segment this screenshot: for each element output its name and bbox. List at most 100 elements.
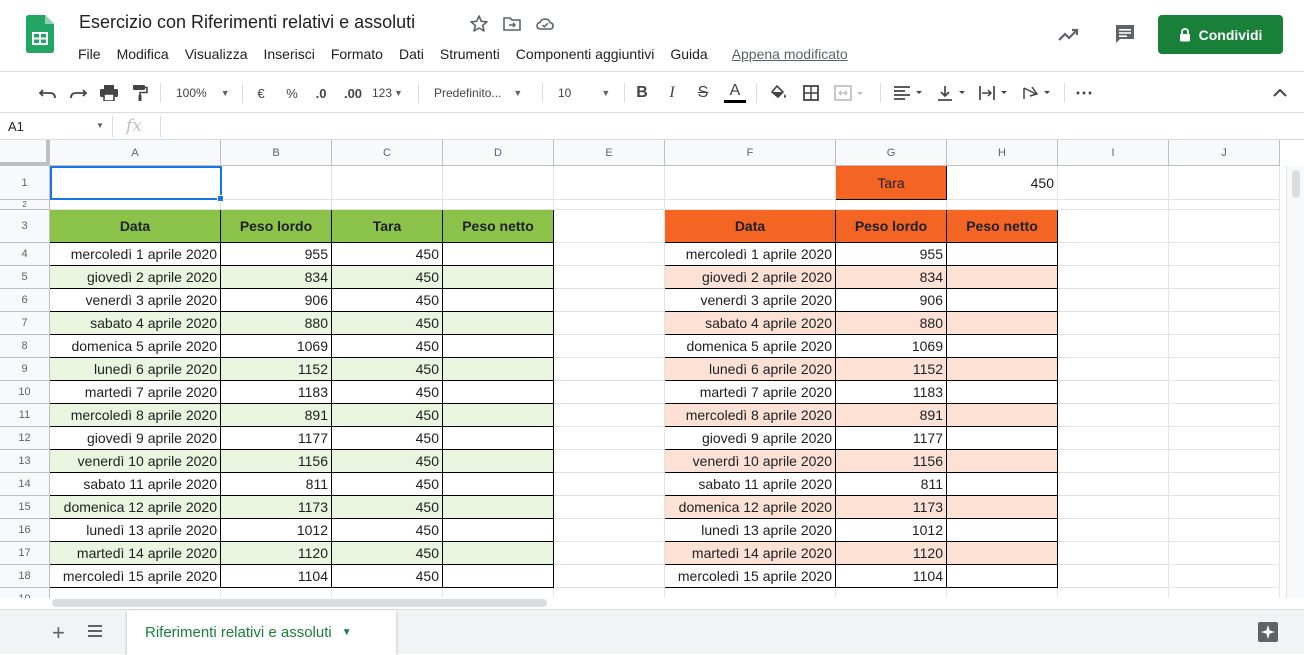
cell-i18[interactable] (1058, 565, 1169, 588)
cell-i3[interactable] (1058, 210, 1169, 243)
cell-h8[interactable] (947, 335, 1058, 358)
cell-c9[interactable]: 450 (332, 358, 443, 381)
cell-b1[interactable] (221, 166, 332, 200)
cell-j9[interactable] (1169, 358, 1280, 381)
formula-input[interactable] (168, 116, 1268, 136)
cell-g15[interactable]: 1173 (836, 496, 947, 519)
cell-h16[interactable] (947, 519, 1058, 542)
document-title[interactable]: Esercizio con Riferimenti relativi e ass… (79, 12, 415, 33)
comments-icon[interactable] (1113, 22, 1137, 46)
text-color-button[interactable]: A (723, 82, 747, 104)
cell-a10[interactable]: martedì 7 aprile 2020 (50, 381, 221, 404)
redo-icon[interactable] (67, 82, 89, 104)
cell-g12[interactable]: 1177 (836, 427, 947, 450)
text-wrapping-icon[interactable] (977, 82, 1013, 104)
cell-e8[interactable] (554, 335, 665, 358)
row-header-15[interactable]: 15 (0, 496, 50, 519)
cell-j4[interactable] (1169, 243, 1280, 266)
menu-modifica[interactable]: Modifica (109, 46, 177, 62)
column-header-e[interactable]: E (554, 140, 665, 166)
cell-i14[interactable] (1058, 473, 1169, 496)
cell-h15[interactable] (947, 496, 1058, 519)
cell-f17[interactable]: martedì 14 aprile 2020 (665, 542, 836, 565)
borders-icon[interactable] (800, 82, 822, 104)
cell-b15[interactable]: 1173 (221, 496, 332, 519)
cell-i10[interactable] (1058, 381, 1169, 404)
row-header-12[interactable]: 12 (0, 427, 50, 450)
font-size-select[interactable]: 10 ▼ (558, 82, 614, 104)
cell-e7[interactable] (554, 312, 665, 335)
row-header-11[interactable]: 11 (0, 404, 50, 427)
menu-guida[interactable]: Guida (662, 46, 715, 62)
cell-i9[interactable] (1058, 358, 1169, 381)
cell-a6[interactable]: venerdì 3 aprile 2020 (50, 289, 221, 312)
cell-c13[interactable]: 450 (332, 450, 443, 473)
cell-c2[interactable] (332, 200, 443, 210)
row-header-10[interactable]: 10 (0, 381, 50, 404)
cell-b13[interactable]: 1156 (221, 450, 332, 473)
cell-d9[interactable] (443, 358, 554, 381)
cell-f8[interactable]: domenica 5 aprile 2020 (665, 335, 836, 358)
horizontal-align-icon[interactable] (892, 82, 928, 104)
column-header-d[interactable]: D (443, 140, 554, 166)
cell-a18[interactable]: mercoledì 15 aprile 2020 (50, 565, 221, 588)
more-tools-button[interactable]: ⋯ (1072, 82, 1096, 104)
select-all-corner[interactable] (0, 140, 50, 166)
column-header-h[interactable]: H (947, 140, 1058, 166)
vertical-scrollbar[interactable] (1286, 166, 1304, 598)
cell-g4[interactable]: 955 (836, 243, 947, 266)
last-edit-link[interactable]: Appena modificato (724, 46, 856, 62)
cell-h1[interactable]: 450 (947, 166, 1058, 200)
cell-i1[interactable] (1058, 166, 1169, 200)
cell-j17[interactable] (1169, 542, 1280, 565)
cell-h10[interactable] (947, 381, 1058, 404)
row-header-9[interactable]: 9 (0, 358, 50, 381)
cell-i6[interactable] (1058, 289, 1169, 312)
cell-j10[interactable] (1169, 381, 1280, 404)
row-header-19[interactable]: 19 (0, 588, 50, 598)
row-header-13[interactable]: 13 (0, 450, 50, 473)
vertical-scrollbar-thumb[interactable] (1292, 170, 1300, 198)
move-folder-icon[interactable] (502, 14, 522, 34)
cell-h12[interactable] (947, 427, 1058, 450)
cell-e6[interactable] (554, 289, 665, 312)
row-header-18[interactable]: 18 (0, 565, 50, 588)
cell-g8[interactable]: 1069 (836, 335, 947, 358)
cell-g7[interactable]: 880 (836, 312, 947, 335)
undo-icon[interactable] (37, 82, 59, 104)
cell-a9[interactable]: lunedì 6 aprile 2020 (50, 358, 221, 381)
cell-e13[interactable] (554, 450, 665, 473)
cell-d4[interactable] (443, 243, 554, 266)
cell-e15[interactable] (554, 496, 665, 519)
column-header-b[interactable]: B (221, 140, 332, 166)
cell-j11[interactable] (1169, 404, 1280, 427)
percent-format-button[interactable]: % (283, 82, 301, 104)
cell-d6[interactable] (443, 289, 554, 312)
cell-c8[interactable]: 450 (332, 335, 443, 358)
currency-format-button[interactable]: € (252, 82, 270, 104)
explore-icon[interactable] (1256, 620, 1280, 644)
cell-j7[interactable] (1169, 312, 1280, 335)
cell-f11[interactable]: mercoledì 8 aprile 2020 (665, 404, 836, 427)
cell-h3[interactable]: Peso netto (947, 210, 1058, 243)
cell-f4[interactable]: mercoledì 1 aprile 2020 (665, 243, 836, 266)
cell-f15[interactable]: domenica 12 aprile 2020 (665, 496, 836, 519)
cell-g6[interactable]: 906 (836, 289, 947, 312)
menu-file[interactable]: File (70, 46, 109, 62)
number-format-select[interactable]: 123 ▼ (372, 82, 408, 104)
cell-h7[interactable] (947, 312, 1058, 335)
cell-c3[interactable]: Tara (332, 210, 443, 243)
cell-a11[interactable]: mercoledì 8 aprile 2020 (50, 404, 221, 427)
cell-g13[interactable]: 1156 (836, 450, 947, 473)
cell-d17[interactable] (443, 542, 554, 565)
cell-j8[interactable] (1169, 335, 1280, 358)
cell-j6[interactable] (1169, 289, 1280, 312)
cell-c14[interactable]: 450 (332, 473, 443, 496)
cell-c11[interactable]: 450 (332, 404, 443, 427)
row-header-2[interactable]: 2 (0, 200, 50, 210)
row-header-16[interactable]: 16 (0, 519, 50, 542)
cell-g10[interactable]: 1183 (836, 381, 947, 404)
cell-e14[interactable] (554, 473, 665, 496)
cell-d8[interactable] (443, 335, 554, 358)
cell-h6[interactable] (947, 289, 1058, 312)
